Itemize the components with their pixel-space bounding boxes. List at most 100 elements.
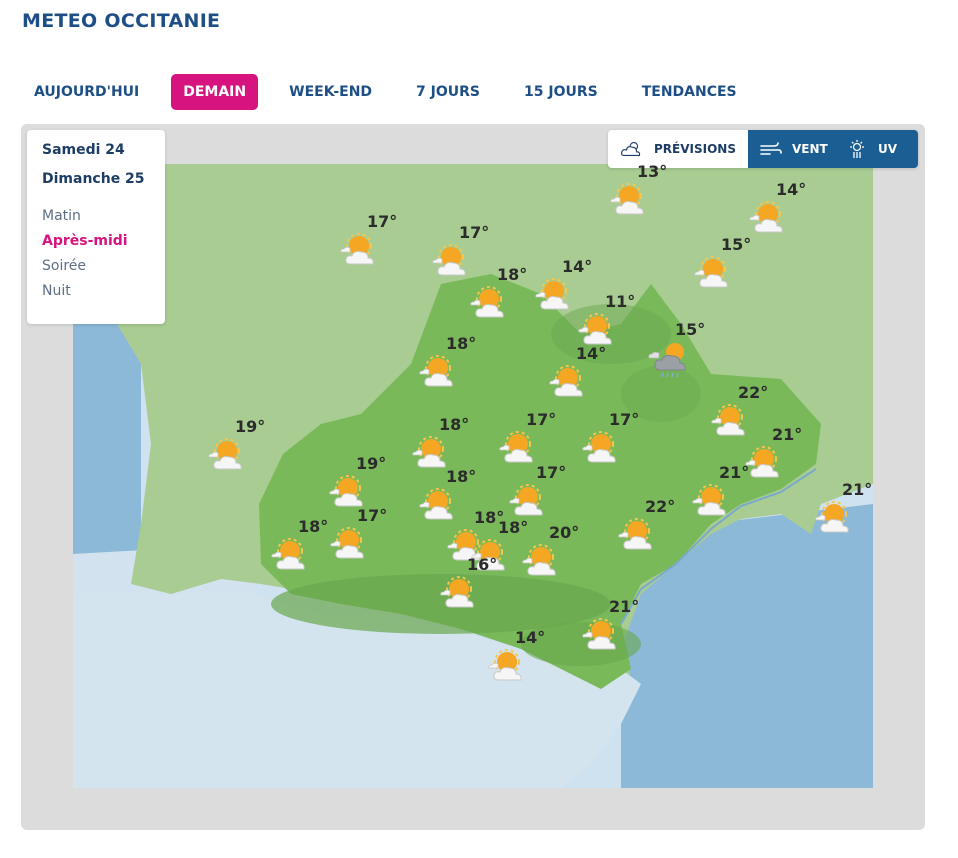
- forecast-temperature: 17°: [459, 223, 489, 242]
- layer-uv-button[interactable]: UV: [840, 130, 918, 168]
- forecast-marker[interactable]: 14°: [548, 348, 610, 394]
- forecast-temperature: 21°: [842, 480, 872, 499]
- forecast-temperature: 15°: [721, 235, 751, 254]
- sun-cloud-icon: [609, 180, 655, 222]
- sun-cloud-icon: [693, 253, 739, 295]
- forecast-temperature: 18°: [298, 517, 328, 536]
- sun-cloud-icon: [581, 615, 627, 657]
- forecast-temperature: 21°: [719, 463, 749, 482]
- sun-cloud-icon: [521, 541, 567, 583]
- moment-apres-midi[interactable]: Après-midi: [42, 233, 165, 258]
- tab-15-jours[interactable]: 15 JOURS: [512, 74, 610, 110]
- moment-matin[interactable]: Matin: [42, 208, 165, 233]
- layer-vent-label: VENT: [792, 142, 828, 156]
- forecast-marker[interactable]: 20°: [521, 527, 583, 573]
- forecast-marker[interactable]: 17°: [339, 216, 401, 262]
- sun-cloud-icon: [487, 646, 533, 688]
- forecast-temperature: 17°: [357, 506, 387, 525]
- tab-demain[interactable]: DEMAIN: [171, 74, 258, 110]
- forecast-marker[interactable]: 17°: [581, 414, 643, 460]
- wind-icon: [760, 141, 782, 157]
- tab-aujourdhui[interactable]: AUJOURD'HUI: [22, 74, 151, 110]
- forecast-marker[interactable]: 14°: [487, 632, 549, 678]
- forecast-marker[interactable]: 16°: [439, 559, 501, 605]
- sun-cloud-icon: [814, 498, 860, 540]
- forecast-marker[interactable]: 11°: [577, 296, 639, 342]
- sun-cloud-icon: [207, 435, 253, 477]
- forecast-temperature: 11°: [605, 292, 635, 311]
- forecast-temperature: 21°: [772, 425, 802, 444]
- forecast-marker[interactable]: 21°: [814, 484, 876, 530]
- forecast-temperature: 21°: [609, 597, 639, 616]
- forecast-temperature: 18°: [446, 467, 476, 486]
- forecast-temperature: 15°: [675, 320, 705, 339]
- forecast-marker[interactable]: 18°: [411, 419, 473, 465]
- forecast-marker[interactable]: 22°: [617, 501, 679, 547]
- forecast-marker[interactable]: 17°: [329, 510, 391, 556]
- forecast-marker[interactable]: 17°: [508, 467, 570, 513]
- forecast-marker[interactable]: 21°: [691, 467, 753, 513]
- forecast-marker[interactable]: 14°: [748, 184, 810, 230]
- sun-cloud-icon: [418, 352, 464, 394]
- forecast-temperature: 19°: [356, 454, 386, 473]
- forecast-temperature: 17°: [609, 410, 639, 429]
- layer-uv-label: UV: [878, 142, 897, 156]
- forecast-marker[interactable]: 18°: [418, 471, 480, 517]
- tab-7-jours[interactable]: 7 JOURS: [404, 74, 492, 110]
- day-samedi[interactable]: Samedi 24: [42, 142, 165, 171]
- weather-map[interactable]: Samedi 24 Dimanche 25 Matin Après-midi S…: [21, 124, 925, 830]
- forecast-temperature: 14°: [776, 180, 806, 199]
- sun-rain-cloud-icon: [647, 338, 693, 386]
- forecast-marker[interactable]: 17°: [431, 227, 493, 273]
- sun-cloud-icon: [581, 428, 627, 470]
- forecast-marker[interactable]: 15°: [647, 324, 709, 370]
- moment-nuit[interactable]: Nuit: [42, 283, 165, 308]
- forecast-temperature: 16°: [467, 555, 497, 574]
- forecast-marker[interactable]: 17°: [498, 414, 560, 460]
- date-selector: Samedi 24 Dimanche 25 Matin Après-midi S…: [27, 130, 165, 324]
- forecast-temperature: 17°: [526, 410, 556, 429]
- forecast-marker[interactable]: 13°: [609, 166, 671, 212]
- day-dimanche[interactable]: Dimanche 25: [42, 171, 165, 200]
- moment-soiree[interactable]: Soirée: [42, 258, 165, 283]
- forecast-marker[interactable]: 18°: [270, 521, 332, 567]
- sun-cloud-icon: [469, 283, 515, 325]
- tab-tendances[interactable]: TENDANCES: [630, 74, 749, 110]
- sun-cloud-icon: [548, 362, 594, 404]
- sun-cloud-icon: [748, 198, 794, 240]
- sun-cloud-icon: [329, 524, 375, 566]
- forecast-temperature: 17°: [536, 463, 566, 482]
- forecast-marker[interactable]: 22°: [710, 387, 772, 433]
- forecast-marker[interactable]: 19°: [328, 458, 390, 504]
- forecast-temperature: 14°: [576, 344, 606, 363]
- forecast-temperature: 20°: [549, 523, 579, 542]
- forecast-marker[interactable]: 18°: [418, 338, 480, 384]
- forecast-marker[interactable]: 21°: [744, 429, 806, 475]
- sun-cloud-icon: [508, 481, 554, 523]
- forecast-temperature: 13°: [637, 162, 667, 181]
- forecast-marker[interactable]: 19°: [207, 421, 269, 467]
- sun-cloud-icon: [617, 515, 663, 557]
- forecast-temperature: 22°: [645, 497, 675, 516]
- forecast-temperature: 14°: [515, 628, 545, 647]
- forecast-temperature: 18°: [446, 334, 476, 353]
- layer-vent-button[interactable]: VENT: [748, 130, 840, 168]
- forecast-temperature: 19°: [235, 417, 265, 436]
- sun-cloud-icon: [691, 481, 737, 523]
- forecast-temperature: 17°: [367, 212, 397, 231]
- cloud-sun-icon: [620, 139, 644, 159]
- forecast-temperature: 18°: [439, 415, 469, 434]
- uv-sun-icon: [846, 139, 868, 159]
- sun-cloud-icon: [270, 535, 316, 577]
- forecast-tabs: AUJOURD'HUI DEMAIN WEEK-END 7 JOURS 15 J…: [22, 74, 769, 110]
- page-title: METEO OCCITANIE: [22, 10, 220, 32]
- forecast-temperature: 14°: [562, 257, 592, 276]
- forecast-temperature: 18°: [497, 265, 527, 284]
- sun-cloud-icon: [534, 275, 580, 317]
- forecast-marker[interactable]: 15°: [693, 239, 755, 285]
- forecast-marker[interactable]: 18°: [469, 269, 531, 315]
- tab-week-end[interactable]: WEEK-END: [277, 74, 384, 110]
- sun-cloud-icon: [339, 230, 385, 272]
- layer-previsions-button[interactable]: PRÉVISIONS: [608, 130, 748, 168]
- forecast-marker[interactable]: 21°: [581, 601, 643, 647]
